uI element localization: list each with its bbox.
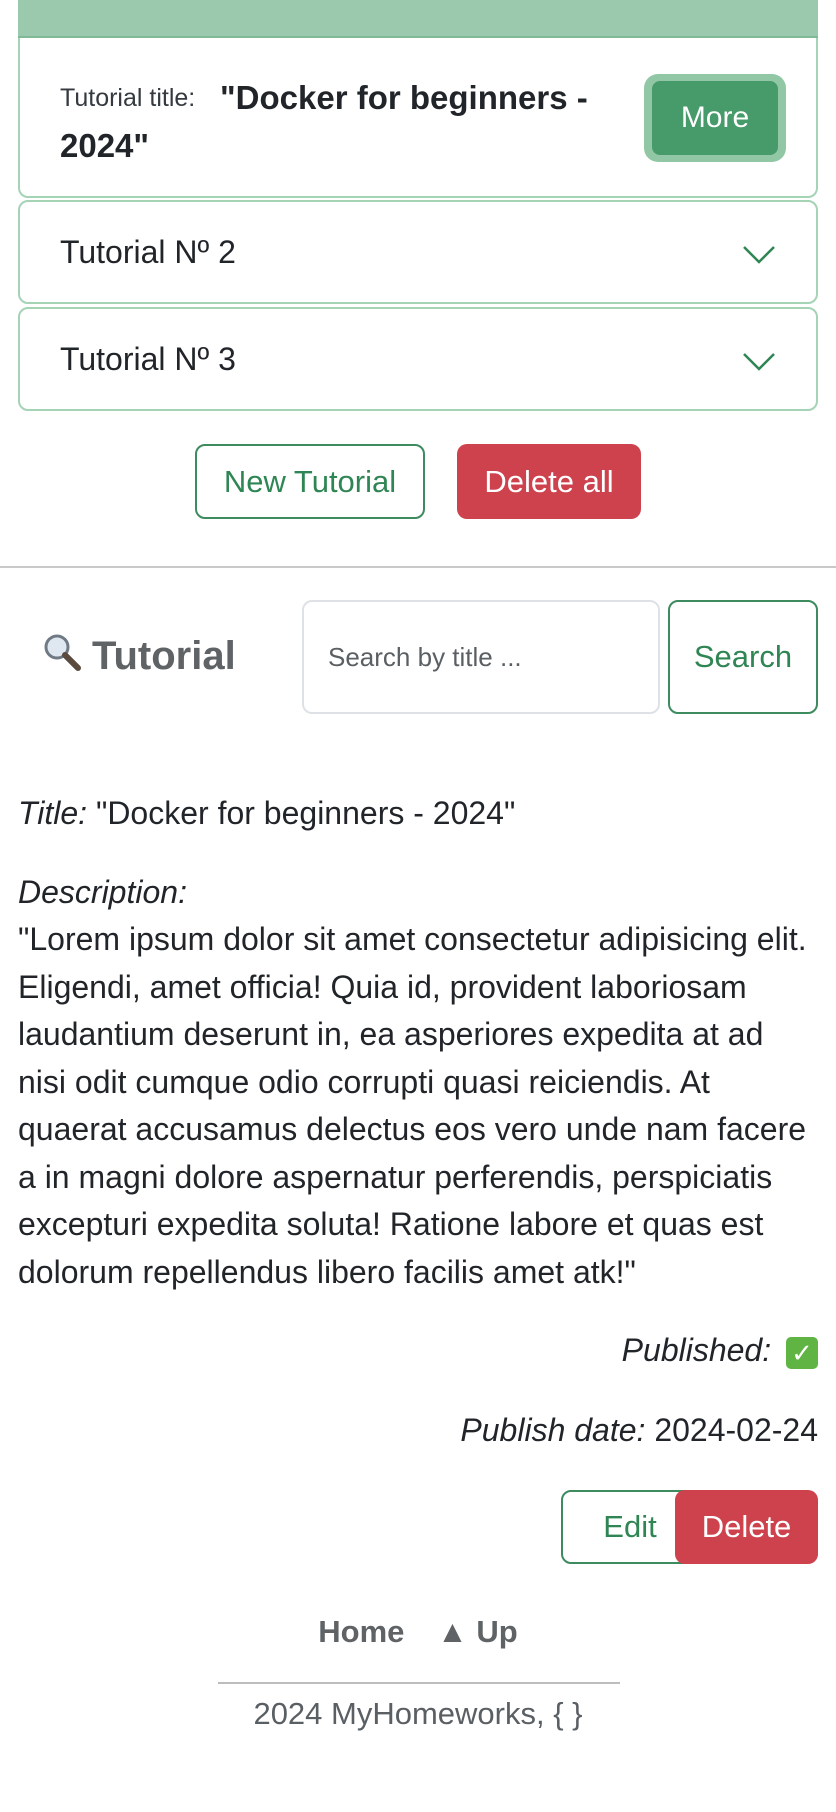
published-label: Published: (621, 1332, 772, 1368)
tutorial-title-value: "Docker for beginners - 2024" (60, 79, 588, 164)
delete-all-button[interactable]: Delete all (457, 444, 641, 519)
chevron-down-icon (743, 353, 775, 371)
tutorial-details: Title: "Docker for beginners - 2024" Des… (18, 790, 818, 1296)
title-label: Title: (18, 795, 88, 831)
new-tutorial-button[interactable]: New Tutorial (195, 444, 425, 519)
footer-copyright: 2024 MyHomeworks, { } (253, 1696, 583, 1731)
description-label: Description: (18, 873, 187, 910)
footer-nav: Home ▲ Up (0, 1614, 836, 1650)
publish-date-row: Publish date: 2024-02-24 (460, 1412, 818, 1449)
title-value: "Docker for beginners - 2024" (95, 795, 516, 831)
accordion-header-strip[interactable] (18, 0, 818, 38)
search-button[interactable]: Search (668, 600, 818, 714)
title-row: Title: "Docker for beginners - 2024" (18, 790, 818, 838)
accordion-item-3[interactable]: Tutorial Nº 3 (18, 307, 818, 411)
delete-button[interactable]: Delete (675, 1490, 818, 1564)
footer-divider (218, 1682, 620, 1684)
up-link[interactable]: ▲ Up (437, 1614, 518, 1649)
section-divider (0, 566, 836, 568)
publish-date-value: 2024-02-24 (654, 1412, 818, 1448)
accordion-item-3-label: Tutorial Nº 3 (60, 341, 236, 377)
magnifier-icon (42, 632, 82, 681)
more-button[interactable]: More (644, 74, 786, 162)
published-row: Published: ✓ (622, 1332, 818, 1369)
home-link[interactable]: Home (318, 1614, 404, 1649)
search-brand: Tutorial (42, 632, 236, 681)
search-input[interactable] (302, 600, 660, 714)
chevron-down-icon (743, 246, 775, 264)
publish-date-label: Publish date: (460, 1412, 646, 1448)
accordion-item-2-label: Tutorial Nº 2 (60, 234, 236, 270)
more-button-label: More (652, 81, 778, 155)
check-mark-icon: ✓ (786, 1336, 818, 1369)
description-value: "Lorem ipsum dolor sit amet consectetur … (18, 921, 807, 1290)
search-brand-label: Tutorial (92, 634, 236, 678)
accordion-item-2[interactable]: Tutorial Nº 2 (18, 200, 818, 304)
description-block: Description: "Lorem ipsum dolor sit amet… (18, 869, 818, 1297)
